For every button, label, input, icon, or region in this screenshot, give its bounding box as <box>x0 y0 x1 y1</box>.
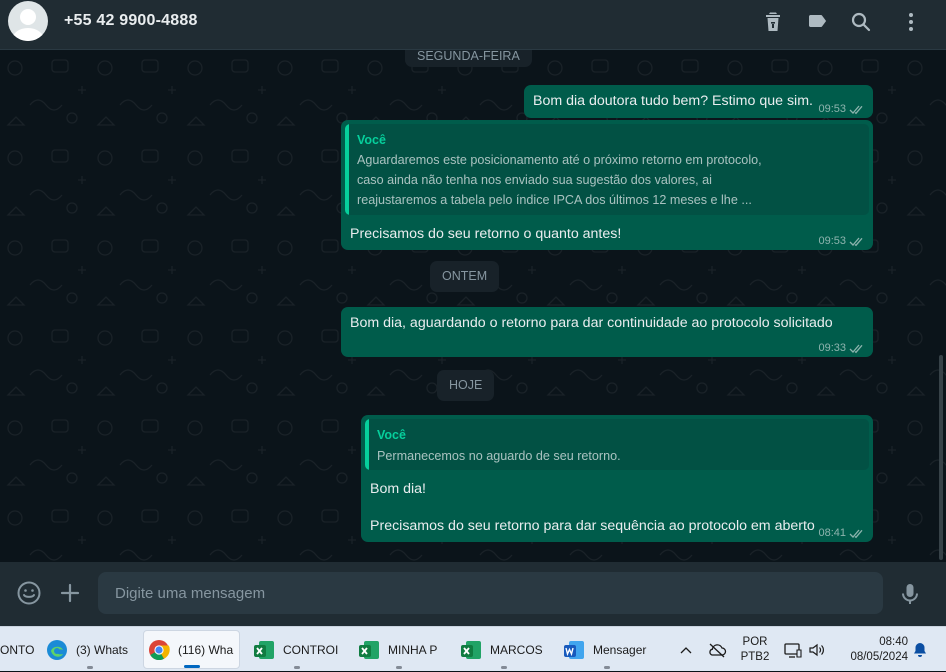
taskbar-item-excel-2[interactable]: MINHA P <box>354 630 444 669</box>
message-bubble-reply[interactable]: Você Aguardaremos este posicionamento at… <box>341 120 873 250</box>
word-icon <box>564 640 584 659</box>
taskbar-item-label: ONTO <box>0 642 35 657</box>
quote-author: Você <box>357 133 386 147</box>
taskbar-running-indicator <box>604 666 610 669</box>
search-icon[interactable] <box>849 10 873 34</box>
system-clock[interactable]: 08:40 08/05/2024 <box>836 627 908 672</box>
trash-icon[interactable] <box>761 10 785 34</box>
taskbar-running-indicator <box>294 666 300 669</box>
chat-header: +55 42 9900-4888 <box>0 0 946 50</box>
excel-icon <box>359 640 379 659</box>
message-list[interactable]: SEGUNDA-FEIRA Bom dia doutora tudo bem? … <box>0 50 946 562</box>
excel-icon <box>461 640 481 659</box>
message-bubble-reply[interactable]: Você Permanecemos no aguardo de seu reto… <box>361 415 873 542</box>
message-bubble[interactable]: Bom dia doutora tudo bem? Estimo que sim… <box>524 85 873 118</box>
message-bubble[interactable]: Bom dia, aguardando o retorno para dar c… <box>341 307 873 357</box>
message-time: 09:33 <box>818 342 846 354</box>
keyboard-layout: PTB2 <box>740 650 770 663</box>
menu-icon[interactable] <box>899 10 923 34</box>
windows-taskbar: ONTO (3) Whats (116) Wha CONTROI MINHA P… <box>0 626 946 671</box>
message-text: Precisamos do seu retorno o quanto antes… <box>350 226 622 242</box>
taskbar-item-excel-3[interactable]: MARCOS <box>456 630 552 669</box>
avatar[interactable] <box>8 1 48 41</box>
avatar-body-shape <box>12 28 44 41</box>
message-time: 09:53 <box>818 103 846 115</box>
volume-icon[interactable] <box>806 627 828 672</box>
tray-chevron-up-icon[interactable] <box>676 627 696 672</box>
quote-accent-bar <box>365 419 369 470</box>
taskbar-item-edge[interactable]: (3) Whats <box>42 630 138 669</box>
message-text: Bom dia! <box>370 481 426 497</box>
taskbar-item-label: MINHA P <box>388 642 438 657</box>
whatsapp-window: +55 42 9900-4888 SEGUNDA-FEIRA Bom dia d… <box>0 0 946 626</box>
taskbar-item-label: (116) Wha <box>178 642 234 657</box>
message-meta: 09:33 <box>818 342 865 354</box>
label-icon[interactable] <box>805 10 829 34</box>
emoji-icon[interactable] <box>16 580 42 606</box>
day-separator-today: HOJE <box>437 370 495 401</box>
edge-icon <box>47 639 67 660</box>
composer-bar <box>0 562 946 626</box>
cloud-offline-icon[interactable] <box>705 627 729 672</box>
taskbar-item[interactable]: ONTO <box>0 630 36 669</box>
taskbar-running-indicator <box>87 666 93 669</box>
quote-text: Aguardaremos este posicionamento até o p… <box>357 153 762 207</box>
message-meta: 09:53 <box>818 103 865 115</box>
network-icon[interactable] <box>782 627 804 672</box>
message-meta: 09:53 <box>818 235 865 247</box>
clock-time: 08:40 <box>879 635 908 648</box>
taskbar-item-chrome[interactable]: (116) Wha <box>143 630 240 669</box>
message-time: 09:53 <box>818 235 846 247</box>
chrome-icon <box>149 639 170 660</box>
day-separator-yesterday: ONTEM <box>430 261 500 292</box>
taskbar-item-word[interactable]: Mensager <box>559 630 655 669</box>
quote-accent-bar <box>345 124 349 215</box>
message-time: 08:41 <box>818 527 846 539</box>
double-check-icon <box>849 237 863 246</box>
day-separator-monday: SEGUNDA-FEIRA <box>405 50 532 67</box>
message-meta: 08:41 <box>818 527 865 539</box>
language-code: POR <box>742 635 768 648</box>
contact-name[interactable]: +55 42 9900-4888 <box>64 12 198 30</box>
quoted-message[interactable]: Você Permanecemos no aguardo de seu reto… <box>365 419 869 470</box>
quote-author: Você <box>377 428 406 442</box>
message-text-line-2: Precisamos do seu retorno para dar sequê… <box>370 518 815 534</box>
quoted-message[interactable]: Você Aguardaremos este posicionamento at… <box>345 124 869 215</box>
double-check-icon <box>849 529 863 538</box>
taskbar-item-label: Mensager <box>593 642 647 657</box>
taskbar-item-excel-1[interactable]: CONTROI <box>249 630 345 669</box>
taskbar-active-indicator <box>183 665 200 668</box>
clock-date: 08/05/2024 <box>850 650 908 663</box>
taskbar-item-label: MARCOS <box>490 642 543 657</box>
input-language-indicator[interactable]: POR PTB2 <box>736 627 774 672</box>
taskbar-item-label: CONTROI <box>283 642 339 657</box>
excel-icon <box>254 640 274 659</box>
avatar-head-shape <box>20 9 36 25</box>
taskbar-running-indicator <box>396 666 402 669</box>
message-text: Bom dia, aguardando o retorno para dar c… <box>350 315 833 331</box>
double-check-icon <box>849 344 863 353</box>
taskbar-running-indicator <box>501 666 507 669</box>
message-input[interactable] <box>98 572 883 614</box>
chat-scrollbar[interactable] <box>939 355 943 560</box>
quote-text: Permanecemos no aguardo de seu retorno. <box>377 449 621 463</box>
taskbar-item-label: (3) Whats <box>76 642 129 657</box>
notification-bell-icon[interactable] <box>910 627 930 672</box>
microphone-icon[interactable] <box>897 581 923 607</box>
attach-plus-icon[interactable] <box>57 580 83 606</box>
double-check-icon <box>849 105 863 114</box>
message-text: Bom dia doutora tudo bem? Estimo que sim… <box>533 93 813 109</box>
